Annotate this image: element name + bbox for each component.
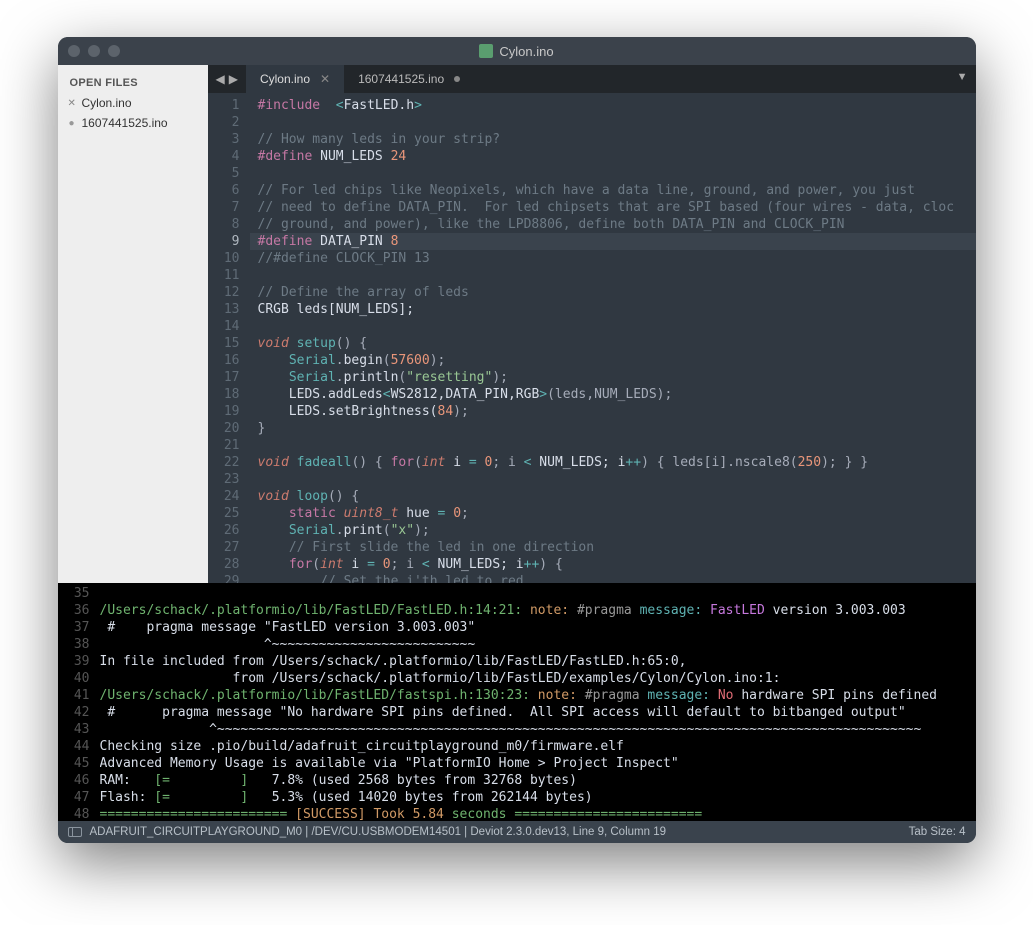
close-file-icon[interactable]: ✕: [68, 98, 76, 109]
close-window-button[interactable]: [68, 45, 80, 57]
status-left[interactable]: ADAFRUIT_CIRCUITPLAYGROUND_M0 | /DEV/CU.…: [90, 826, 667, 838]
tab-overflow-icon[interactable]: ▼: [957, 71, 968, 83]
status-tab-size[interactable]: Tab Size: 4: [909, 826, 966, 838]
traffic-lights: [68, 45, 120, 57]
tab-label: Cylon.ino: [260, 72, 310, 86]
window-title-text: Cylon.ino: [499, 44, 553, 59]
window-title: Cylon.ino: [58, 44, 976, 59]
editor-area: ◀ ▶ Cylon.ino ✕ 1607441525.ino ▼ 123456789…: [208, 65, 976, 583]
main-area: OPEN FILES ✕ Cylon.ino ● 1607441525.ino ◀ ▶…: [58, 65, 976, 583]
line-gutter[interactable]: 1234567891011121314151617181920212223242…: [208, 93, 250, 583]
tab-bar[interactable]: ◀ ▶ Cylon.ino ✕ 1607441525.ino ▼: [208, 65, 976, 93]
zoom-window-button[interactable]: [108, 45, 120, 57]
code-content[interactable]: #include <FastLED.h>// How many leds in …: [250, 93, 976, 583]
file-name: Cylon.ino: [82, 96, 132, 110]
status-bar[interactable]: ADAFRUIT_CIRCUITPLAYGROUND_M0 | /DEV/CU.…: [58, 821, 976, 843]
file-icon: [479, 44, 493, 58]
panel-icon[interactable]: [68, 827, 82, 837]
dirty-indicator-icon: [454, 76, 460, 82]
file-name: 1607441525.ino: [82, 116, 168, 130]
minimize-window-button[interactable]: [88, 45, 100, 57]
sidebar-file-item[interactable]: ✕ Cylon.ino: [58, 93, 208, 113]
nav-back-icon[interactable]: ◀: [216, 72, 225, 86]
tab-label: 1607441525.ino: [358, 72, 444, 86]
tab-nav-arrows[interactable]: ◀ ▶: [208, 65, 246, 93]
tab[interactable]: 1607441525.ino: [344, 65, 474, 93]
console-content[interactable]: /Users/schack/.platformio/lib/FastLED/Fa…: [100, 583, 976, 821]
close-tab-icon[interactable]: ✕: [320, 72, 330, 86]
nav-forward-icon[interactable]: ▶: [229, 72, 238, 86]
console-gutter: 3536373839404142434445464748: [58, 583, 100, 821]
code-area[interactable]: 1234567891011121314151617181920212223242…: [208, 93, 976, 583]
sidebar-file-item[interactable]: ● 1607441525.ino: [58, 113, 208, 133]
titlebar[interactable]: Cylon.ino: [58, 37, 976, 65]
tab[interactable]: Cylon.ino ✕: [246, 65, 344, 93]
build-console[interactable]: 3536373839404142434445464748 /Users/scha…: [58, 583, 976, 821]
dirty-indicator-icon[interactable]: ●: [68, 118, 76, 129]
sidebar[interactable]: OPEN FILES ✕ Cylon.ino ● 1607441525.ino: [58, 65, 208, 583]
open-files-header: OPEN FILES: [58, 73, 208, 93]
editor-window: Cylon.ino OPEN FILES ✕ Cylon.ino ● 16074415…: [58, 37, 976, 843]
